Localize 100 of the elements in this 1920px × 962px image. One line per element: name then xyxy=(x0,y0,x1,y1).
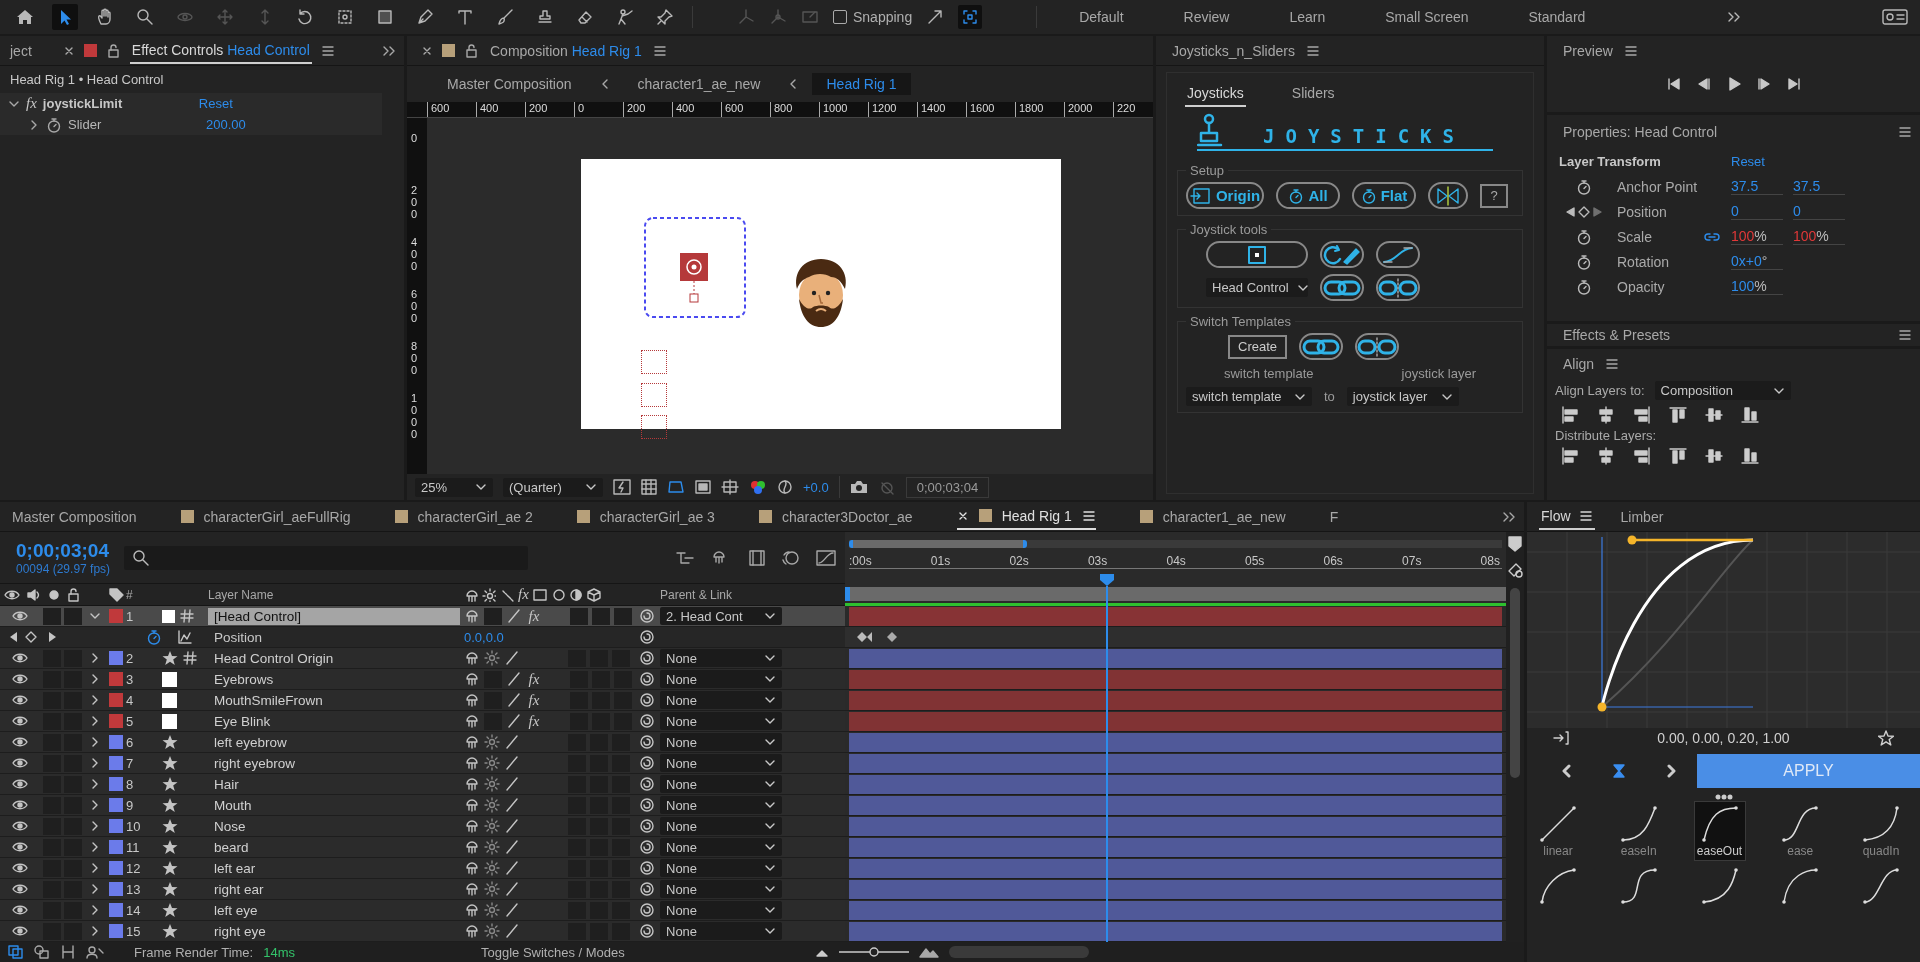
current-time-field[interactable]: 0;00;03;04 xyxy=(905,476,990,498)
layer-row[interactable]: 6 left eyebrow None xyxy=(0,732,845,753)
column-header[interactable]: # xyxy=(126,587,162,602)
layer-name[interactable]: Mouth xyxy=(208,796,464,814)
parent-dropdown[interactable]: None xyxy=(660,859,782,877)
panel-tab[interactable]: Joysticks xyxy=(1185,81,1246,107)
joystick-layer-dropdown[interactable]: joystick layer xyxy=(1346,387,1459,406)
composition-tab[interactable]: characterGirl_aeFullRig xyxy=(180,504,351,529)
magnification-dropdown[interactable]: 25% xyxy=(415,477,493,497)
snapping-checkbox[interactable]: Snapping xyxy=(833,9,913,25)
layer-name[interactable]: Eyebrows xyxy=(208,670,464,688)
layer-name[interactable]: beard xyxy=(208,838,464,856)
parent-dropdown[interactable]: None xyxy=(660,775,782,793)
property-value[interactable]: 37.5 xyxy=(1793,178,1845,195)
property-row[interactable]: Position 0.0,0.0 xyxy=(0,627,845,648)
layer-row[interactable]: 14 left eye None xyxy=(0,900,845,921)
flow-tab[interactable]: Limber xyxy=(1618,504,1666,529)
parent-dropdown[interactable]: None xyxy=(660,670,782,688)
layer-name[interactable]: Nose xyxy=(208,817,464,835)
time-ruler[interactable]: :00s 01s 02s 03s 04s 05s 06s 07s 08s xyxy=(849,554,1502,569)
composition-tab[interactable]: character3Doctor_ae xyxy=(758,504,913,529)
panel-title[interactable]: Joysticks_n_Sliders xyxy=(1170,38,1297,63)
effect-switch[interactable]: fx xyxy=(528,607,540,625)
composition-tab[interactable]: Head Rig 1 xyxy=(956,503,1096,530)
layer-row[interactable]: 9 Mouth None xyxy=(0,795,845,816)
workspace-tab[interactable]: Default xyxy=(1071,5,1132,29)
parent-dropdown[interactable]: None xyxy=(660,733,782,751)
property-value[interactable]: 0 xyxy=(1731,203,1783,220)
effect-controls-tab[interactable]: Effect Controls Head Control xyxy=(129,37,312,64)
layer-row[interactable]: 4 MouthSmileFrown fx None xyxy=(0,690,845,711)
stopwatch-button[interactable]: Flat xyxy=(1352,182,1416,209)
layer-row[interactable]: 5 Eye Blink fx None xyxy=(0,711,845,732)
current-time[interactable]: 0;00;03;04 xyxy=(16,539,111,562)
workspace-tab[interactable]: Small Screen xyxy=(1377,5,1477,29)
layer-row[interactable]: 12 left ear None xyxy=(0,858,845,879)
panel-title[interactable]: Properties: Head Control xyxy=(1561,120,1720,144)
property-value[interactable]: 37.5 xyxy=(1731,178,1783,195)
help-button[interactable]: ? xyxy=(1480,183,1508,208)
easing-preset[interactable]: easeOut xyxy=(1694,802,1745,860)
column-header[interactable]: Parent & Link xyxy=(660,587,790,602)
reset-link[interactable]: Reset xyxy=(198,96,233,111)
parent-dropdown[interactable]: None xyxy=(660,901,782,919)
layer-name[interactable]: right eye xyxy=(208,922,464,940)
parent-dropdown[interactable]: None xyxy=(660,796,782,814)
stopwatch-button[interactable]: All xyxy=(1276,182,1340,209)
layer-row[interactable]: 3 Eyebrows fx None xyxy=(0,669,845,690)
parent-dropdown[interactable]: None xyxy=(660,817,782,835)
layer-name[interactable]: Head Control Origin xyxy=(208,649,464,667)
layer-row[interactable]: 11 beard None xyxy=(0,837,845,858)
exposure-value[interactable]: +0.0 xyxy=(803,479,829,495)
layer-name[interactable]: Eye Blink xyxy=(208,712,464,730)
workspace-tab[interactable]: Review xyxy=(1175,5,1238,29)
composition-tab[interactable]: characterGirl_ae 3 xyxy=(576,504,715,529)
layer-name[interactable]: left eye xyxy=(208,901,464,919)
bezier-values[interactable]: 0.00, 0.00, 0.20, 1.00 xyxy=(1657,730,1790,746)
effect-switch[interactable]: fx xyxy=(528,670,540,688)
easing-preset[interactable]: easeIn xyxy=(1613,802,1664,860)
reset-link[interactable]: Reset xyxy=(1731,154,1793,169)
workspace-tab[interactable]: Standard xyxy=(1520,5,1594,29)
column-header[interactable]: Layer Name xyxy=(208,587,464,602)
effect-switch[interactable]: fx xyxy=(528,712,540,730)
layer-row[interactable]: 7 right eyebrow None xyxy=(0,753,845,774)
workspace-tab[interactable]: Learn xyxy=(1281,5,1334,29)
composition-tab[interactable]: Composition Head Rig 1 xyxy=(488,38,644,63)
layer-row[interactable]: 8 Hair None xyxy=(0,774,845,795)
layer-row[interactable]: 10 Nose None xyxy=(0,816,845,837)
effect-row[interactable]: fx joystickLimit Reset xyxy=(0,93,382,114)
panel-title[interactable]: Preview xyxy=(1561,39,1615,63)
parent-dropdown[interactable]: None xyxy=(660,922,782,940)
project-tab[interactable]: ject xyxy=(8,38,34,63)
breadcrumb-item[interactable]: character1_ae_new xyxy=(623,73,775,95)
property-value[interactable]: 0x+0° xyxy=(1731,253,1783,270)
align-target-dropdown[interactable]: Composition xyxy=(1654,381,1791,400)
parent-dropdown[interactable]: None xyxy=(660,838,782,856)
panel-title[interactable]: Align xyxy=(1561,352,1597,376)
easing-preset[interactable]: linear xyxy=(1533,802,1583,860)
parent-dropdown[interactable]: None xyxy=(660,712,782,730)
panel-tab[interactable]: Sliders xyxy=(1289,81,1337,107)
layer-row[interactable]: 13 right ear None xyxy=(0,879,845,900)
layer-name[interactable]: [Head Control] xyxy=(208,607,460,625)
effect-switch[interactable]: fx xyxy=(528,691,540,709)
property-row[interactable]: Slider 200.00 xyxy=(0,114,382,135)
parent-dropdown[interactable]: 2. Head Cont xyxy=(660,607,782,625)
breadcrumb-item[interactable]: Head Rig 1 xyxy=(812,73,911,95)
property-value[interactable]: 0.0,0.0 xyxy=(464,629,634,645)
parent-dropdown[interactable]: None xyxy=(660,880,782,898)
flow-tab[interactable]: Flow xyxy=(1539,503,1595,530)
breadcrumb-item[interactable]: Master Composition xyxy=(433,73,586,95)
property-value[interactable]: 100% xyxy=(1731,228,1783,245)
column-header[interactable]: fx xyxy=(518,586,529,603)
composition-tab[interactable]: F xyxy=(1329,504,1339,529)
property-value[interactable]: 100% xyxy=(1731,278,1783,295)
easing-preset[interactable]: ease xyxy=(1775,802,1826,860)
composition-tab[interactable]: characterGirl_ae 2 xyxy=(394,504,533,529)
layer-name[interactable]: left ear xyxy=(208,859,464,877)
layer-row[interactable]: 15 right eye None xyxy=(0,921,845,942)
layer-name[interactable]: right ear xyxy=(208,880,464,898)
toggle-switches-modes[interactable]: Toggle Switches / Modes xyxy=(481,944,625,960)
resolution-dropdown[interactable]: (Quarter) xyxy=(503,477,603,497)
template-dropdown[interactable]: switch template xyxy=(1186,387,1312,406)
